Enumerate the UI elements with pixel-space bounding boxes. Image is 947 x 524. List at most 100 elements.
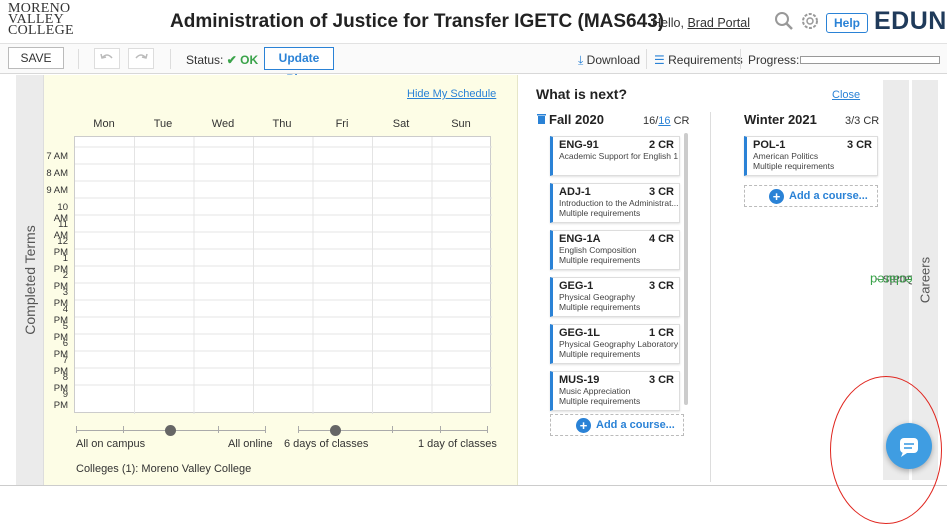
add-course-button[interactable]: + Add a course... <box>550 414 684 436</box>
term-name-fall-2020: Fall 2020 <box>549 112 604 127</box>
course-card[interactable]: ADJ-1 3 CR Introduction to the Administr… <box>550 183 680 223</box>
gear-icon[interactable] <box>800 11 820 31</box>
course-credits: 3 CR <box>649 186 674 198</box>
days-slider-track[interactable] <box>298 430 488 431</box>
add-course-button[interactable]: + Add a course... <box>744 185 878 207</box>
careers-tab-label: Careers <box>918 257 933 303</box>
status-value: OK <box>240 53 258 67</box>
course-code: GEG-1 <box>559 280 593 292</box>
course-description: Physical Geography Laboratory <box>559 339 679 349</box>
slider-tick <box>392 426 393 433</box>
requirements-button[interactable]: ☰ Requirements <box>654 53 743 67</box>
course-code: GEG-1L <box>559 327 600 339</box>
day-header-mon: Mon <box>74 118 134 130</box>
plus-circle-icon: + <box>769 189 784 204</box>
course-requirements: Multiple requirements <box>753 161 834 171</box>
greeting-text: Hello, <box>652 16 684 30</box>
course-card[interactable]: GEG-1 3 CR Physical Geography Multiple r… <box>550 277 680 317</box>
course-requirements: Multiple requirements <box>559 208 640 218</box>
edunav-brand-logo: EDUNAV <box>874 7 947 36</box>
user-greeting: Hello, Brad Portal <box>652 16 750 30</box>
slider-label-right: 1 day of classes <box>418 438 497 450</box>
trash-icon[interactable] <box>537 113 546 124</box>
add-course-label: Add a course... <box>789 190 868 202</box>
day-header-fri: Fri <box>312 118 372 130</box>
time-label: 7 AM <box>46 151 68 162</box>
time-label: 9 PM <box>46 389 68 411</box>
college-logo[interactable]: MORENO VALLEY COLLEGE <box>8 4 72 37</box>
course-code: MUS-19 <box>559 374 599 386</box>
course-card[interactable]: GEG-1L 1 CR Physical Geography Laborator… <box>550 324 680 364</box>
undo-button[interactable] <box>94 48 120 69</box>
weekly-schedule-grid[interactable] <box>74 136 491 413</box>
time-label: 9 AM <box>46 185 68 196</box>
day-header-sat: Sat <box>371 118 431 130</box>
term-credits: 16/16 CR <box>643 115 690 127</box>
course-card[interactable]: POL-1 3 CR American Politics Multiple re… <box>744 136 878 176</box>
update-plan-button[interactable]: Update Plan <box>264 47 334 70</box>
course-requirements: Multiple requirements <box>559 349 640 359</box>
course-credits: 4 CR <box>649 233 674 245</box>
day-header-tue: Tue <box>133 118 193 130</box>
logo-line-3: COLLEGE <box>8 23 74 38</box>
day-header-wed: Wed <box>193 118 253 130</box>
toolbar-divider <box>646 49 647 69</box>
campus-online-slider-handle[interactable] <box>165 425 176 436</box>
course-description: Music Appreciation <box>559 386 679 396</box>
slider-tick <box>298 426 299 433</box>
completed-terms-tab[interactable]: Completed Terms <box>16 75 44 485</box>
toolbar-divider <box>78 49 79 69</box>
app-header: MORENO VALLEY COLLEGE Administration of … <box>0 0 947 44</box>
slider-label-left: 6 days of classes <box>284 438 368 450</box>
schedule-gridlines <box>75 137 492 414</box>
page-bottom-border <box>0 485 947 486</box>
toolbar: SAVE Status: ✔ OK Update Plan ⤓ Download… <box>0 44 947 74</box>
slider-label-right: All online <box>228 438 273 450</box>
list-icon: ☰ <box>654 53 665 67</box>
course-credits: 3 CR <box>649 374 674 386</box>
redo-button[interactable] <box>128 48 154 69</box>
course-card[interactable]: ENG-1A 4 CR English Composition Multiple… <box>550 230 680 270</box>
course-code: ADJ-1 <box>559 186 591 198</box>
course-credits: 2 CR <box>649 139 674 151</box>
download-icon: ⤓ <box>578 53 583 67</box>
course-credits: 1 CR <box>649 327 674 339</box>
download-button[interactable]: ⤓ Download <box>578 53 640 68</box>
course-card[interactable]: ENG-91 2 CR Academic Support for English… <box>550 136 680 176</box>
undo-icon <box>100 52 114 62</box>
course-requirements: Multiple requirements <box>559 302 640 312</box>
download-label: Download <box>587 53 640 67</box>
colleges-filter[interactable]: Colleges (1): Moreno Valley College <box>76 463 251 475</box>
completed-terms-label: Completed Terms <box>22 225 38 334</box>
course-description: Introduction to the Administrat... <box>559 198 679 208</box>
day-header-sun: Sun <box>431 118 491 130</box>
help-button[interactable]: Help <box>826 13 868 33</box>
course-description: Physical Geography <box>559 292 679 302</box>
course-credits: 3 CR <box>847 139 872 151</box>
user-name-link[interactable]: Brad Portal <box>687 16 750 30</box>
hide-schedule-link[interactable]: Hide My Schedule <box>407 88 496 100</box>
save-button[interactable]: SAVE <box>8 47 64 69</box>
course-list-scrollbar[interactable] <box>684 133 688 405</box>
credits-done: 16/ <box>643 115 658 127</box>
credits-unit: CR <box>671 115 690 127</box>
search-icon[interactable] <box>774 11 794 31</box>
plan-status: Status: ✔ OK <box>186 53 258 67</box>
slider-tick <box>218 426 219 433</box>
course-code: POL-1 <box>753 139 785 151</box>
page-title: Administration of Justice for Transfer I… <box>170 11 664 33</box>
course-requirements: Multiple requirements <box>559 396 640 406</box>
progress-bar <box>800 56 940 64</box>
toolbar-divider <box>170 49 171 69</box>
slider-label-left: All on campus <box>76 438 145 450</box>
course-card[interactable]: MUS-19 3 CR Music Appreciation Multiple … <box>550 371 680 411</box>
course-description: American Politics <box>753 151 873 161</box>
days-slider-handle[interactable] <box>330 425 341 436</box>
credits-total-link[interactable]: 16 <box>658 115 670 127</box>
progress-label: Progress: <box>748 53 799 67</box>
term-divider <box>710 112 711 482</box>
term-name-winter-2021: Winter 2021 <box>744 112 817 127</box>
close-planner-link[interactable]: Close <box>832 89 860 101</box>
slider-tick <box>265 426 266 433</box>
slider-tick <box>440 426 441 433</box>
